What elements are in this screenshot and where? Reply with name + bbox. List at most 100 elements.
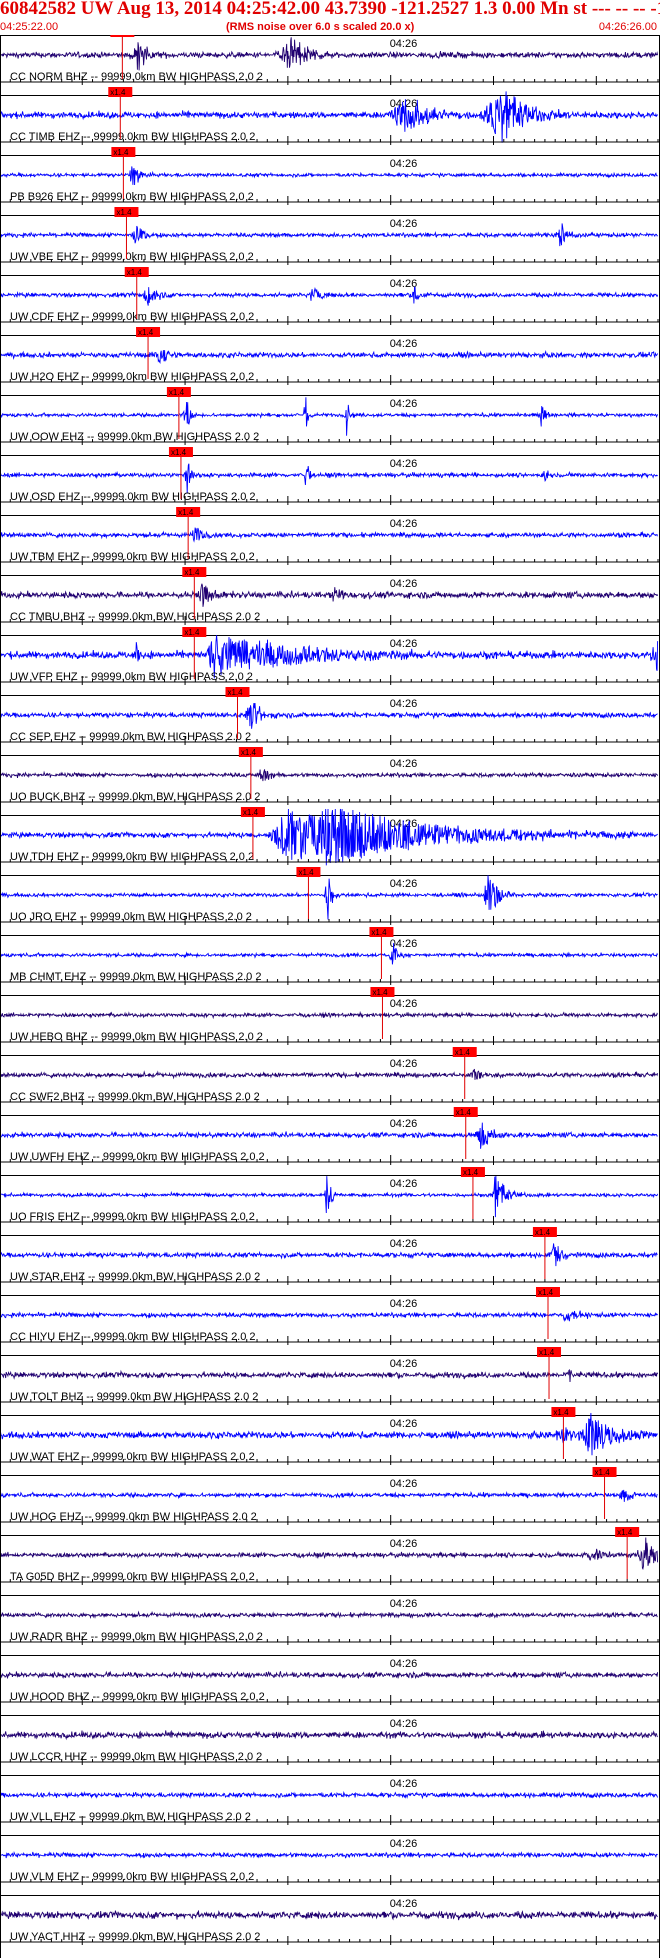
minute-label: 04:26 bbox=[390, 1358, 418, 1370]
trace-label: UW VBE EHZ -- 99999.0km BW HIGHPASS 2.0 … bbox=[10, 251, 254, 263]
minute-label: 04:26 bbox=[390, 1838, 418, 1850]
minute-label: 04:26 bbox=[390, 998, 418, 1010]
waveform-trace bbox=[0, 37, 659, 71]
pick-label: x1.4 bbox=[371, 928, 387, 937]
waveform-trace bbox=[0, 1489, 658, 1502]
rms-note: (RMS noise over 6.0 s scaled 20.0 x) bbox=[226, 21, 415, 33]
waveform-trace bbox=[0, 943, 658, 965]
waveform-trace bbox=[0, 223, 658, 247]
minute-label: 04:26 bbox=[390, 158, 418, 170]
trace-label: UW OSD EHZ -- 99999.0km BW HIGHPASS 2.0 … bbox=[10, 491, 256, 503]
end-time-label: 04:26:26.00 bbox=[598, 21, 657, 33]
pick-label: x1.4 bbox=[110, 88, 126, 97]
waveform-trace bbox=[0, 1122, 658, 1149]
minute-label: 04:26 bbox=[390, 1718, 418, 1730]
pick-label: x1.4 bbox=[241, 748, 257, 757]
pick-label: x1.4 bbox=[243, 808, 259, 817]
minute-label: 04:26 bbox=[390, 1178, 418, 1190]
pick-label: x1.4 bbox=[595, 1468, 611, 1477]
minute-label: 04:26 bbox=[390, 1238, 418, 1250]
minute-label: 04:26 bbox=[390, 1478, 418, 1490]
pick-label: x1.4 bbox=[539, 1348, 555, 1357]
minute-label: 04:26 bbox=[390, 578, 418, 590]
minute-label: 04:26 bbox=[390, 1598, 418, 1610]
trace-label: CC HIYU EHZ -- 99999.0km BW HIGHPASS 2.0… bbox=[10, 1331, 256, 1343]
seismogram-page: 60842582 UW Aug 13, 2014 04:25:42.00 43.… bbox=[0, 0, 660, 1958]
trace-label: UW RADR BHZ -- 99999.0km BW HIGHPASS 2.0… bbox=[10, 1631, 263, 1643]
pick-label: x1.4 bbox=[372, 988, 388, 997]
waveform-trace bbox=[0, 1670, 659, 1680]
minute-label: 04:26 bbox=[390, 278, 418, 290]
minute-label: 04:26 bbox=[390, 458, 418, 470]
trace-label: UW HOG EHZ -- 99999.0km BW HIGHPASS 2.0 … bbox=[10, 1511, 257, 1523]
pick-label: x1.4 bbox=[538, 1288, 554, 1297]
seismogram-plot: 04:26 CC NORM BHZ -- 99999.0km BW HIGHPAS… bbox=[0, 35, 660, 1958]
pick-label: x1.4 bbox=[171, 448, 187, 457]
minute-label: 04:26 bbox=[390, 1898, 418, 1910]
trace-label: UW VLL EHZ -- 99999.0km BW HIGHPASS 2.0 … bbox=[10, 1811, 251, 1823]
waveform-trace bbox=[0, 1910, 658, 1921]
minute-label: 04:26 bbox=[390, 1298, 418, 1310]
minute-label: 04:26 bbox=[390, 338, 418, 350]
pick-label: x1.4 bbox=[227, 688, 243, 697]
pick-label: x1.4 bbox=[138, 328, 154, 337]
event-title: 60842582 UW Aug 13, 2014 04:25:42.00 43.… bbox=[0, 0, 660, 19]
waveform-trace bbox=[0, 1243, 658, 1267]
pick-label: x1.4 bbox=[127, 268, 143, 277]
trace-label: UW WAT EHZ -- 99999.0km BW HIGHPASS 2.0 … bbox=[10, 1451, 255, 1463]
minute-label: 04:26 bbox=[390, 1058, 418, 1070]
waveform-trace bbox=[0, 1310, 658, 1322]
waveform-trace bbox=[0, 1791, 659, 1800]
trace-label: UW TDH EHZ -- 99999.0km BW HIGHPASS 2.0 … bbox=[10, 851, 254, 863]
pick-label: x1.4 bbox=[112, 35, 128, 37]
waveform-trace bbox=[0, 702, 658, 729]
waveform-trace bbox=[0, 1368, 659, 1383]
trace-label: UW VLM EHZ -- 99999.0km BW HIGHPASS 2.0 … bbox=[10, 1871, 254, 1883]
trace-label: UO BUCK BHZ -- 99999.0km BW HIGHPASS 2.0… bbox=[10, 791, 260, 803]
waveform-trace bbox=[0, 1851, 658, 1859]
pick-label: x1.4 bbox=[535, 1228, 551, 1237]
pick-label: x1.4 bbox=[456, 1108, 472, 1117]
pick-label: x1.4 bbox=[463, 1168, 479, 1177]
trace-label: UW TBM EHZ -- 99999.0km BW HIGHPASS 2.0 … bbox=[10, 551, 255, 563]
waveform-trace bbox=[0, 1010, 658, 1020]
trace-label: CC TMBU BHZ -- 99999.0km BW HIGHPASS 2.0… bbox=[10, 611, 260, 623]
pick-label: x1.4 bbox=[169, 388, 185, 397]
minute-label: 04:26 bbox=[390, 638, 418, 650]
trace-label: CC TIMB EHZ -- 99999.0km BW HIGHPASS 2.0… bbox=[10, 131, 255, 143]
trace-label: UW CDF EHZ -- 99999.0km BW HIGHPASS 2.0 … bbox=[10, 311, 254, 323]
trace-label: UW LCCR HHZ -- 99999.0km BW HIGHPASS 2.0… bbox=[10, 1751, 262, 1763]
trace-label: UW H2O EHZ -- 99999.0km BW HIGHPASS 2.0 … bbox=[10, 371, 254, 383]
minute-label: 04:26 bbox=[390, 1418, 418, 1430]
minute-label: 04:26 bbox=[390, 1778, 418, 1790]
minute-label: 04:26 bbox=[390, 758, 418, 770]
waveform-trace bbox=[0, 397, 659, 436]
trace-label: TA G05D BHZ -- 99999.0km BW HIGHPASS 2.0… bbox=[10, 1571, 255, 1583]
minute-label: 04:26 bbox=[390, 1538, 418, 1550]
pick-label: x1.4 bbox=[184, 628, 200, 637]
waveform-trace bbox=[0, 769, 659, 782]
minute-label: 04:26 bbox=[390, 518, 418, 530]
trace-label: UW HEBO BHZ -- 99999.0km BW HIGHPASS 2.0… bbox=[10, 1031, 263, 1043]
waveform-trace bbox=[0, 1537, 659, 1570]
trace-label: CC SWF2 BHZ -- 99999.0km BW HIGHPASS 2.0… bbox=[10, 1091, 260, 1103]
pick-label: x1.4 bbox=[184, 568, 200, 577]
waveform-trace bbox=[0, 1610, 658, 1620]
minute-label: 04:26 bbox=[390, 38, 418, 50]
minute-label: 04:26 bbox=[390, 398, 418, 410]
trace-label: PB B926 EHZ -- 99999.0km BW HIGHPASS 2.0… bbox=[10, 191, 254, 203]
trace-label: UW TOLT BHZ -- 99999.0km BW HIGHPASS 2.0… bbox=[10, 1391, 258, 1403]
minute-label: 04:26 bbox=[390, 218, 418, 230]
waveform-trace bbox=[0, 463, 658, 494]
waveform-trace bbox=[0, 527, 659, 543]
trace-label: UW UWFH EHZ -- 99999.0km BW HIGHPASS 2.0… bbox=[10, 1151, 265, 1163]
minute-label: 04:26 bbox=[390, 878, 418, 890]
trace-label: UW VFP EHZ -- 99999.0km BW HIGHPASS 2.0 … bbox=[10, 671, 253, 683]
trace-label: UW YACT HHZ -- 99999.0km BW HIGHPASS 2.0… bbox=[10, 1931, 260, 1943]
waveform-trace bbox=[0, 1068, 659, 1080]
minute-label: 04:26 bbox=[390, 698, 418, 710]
trace-label: CC SEP EHZ -- 99999.0km BW HIGHPASS 2.0 … bbox=[10, 731, 251, 743]
waveform-trace bbox=[0, 350, 659, 365]
trace-label: UW OOW EHZ -- 99999.0km BW HIGHPASS 2.0 … bbox=[10, 431, 259, 443]
waveform-trace bbox=[0, 1412, 658, 1456]
